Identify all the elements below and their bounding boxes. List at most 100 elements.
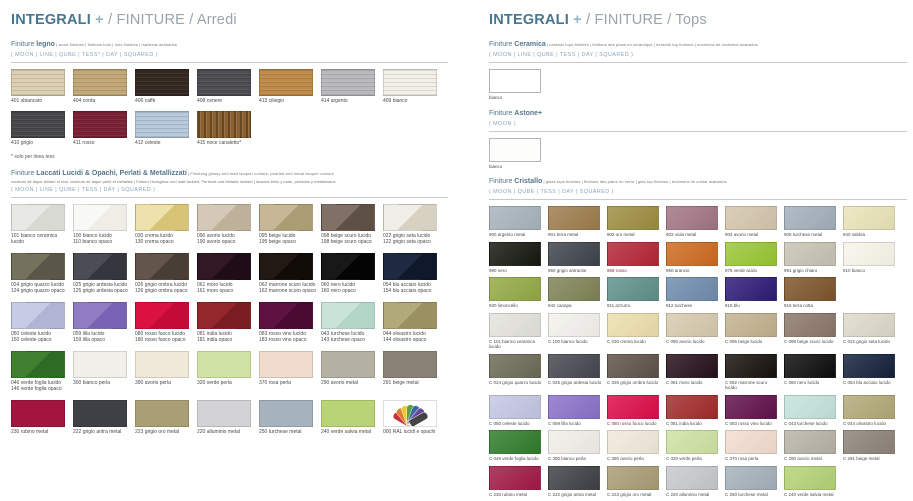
section-title-prefix: Finiture bbox=[489, 41, 514, 48]
section-title: Finiture legno | wood finishes | finitio… bbox=[11, 41, 448, 49]
finish-item: 059 lilla lucido159 lilla opaco bbox=[73, 302, 135, 346]
swatch-959 bbox=[607, 242, 659, 266]
swatch-label: bianco bbox=[489, 164, 548, 170]
swatch-c bbox=[489, 430, 541, 454]
swatch-label: 223 grigio oro metal bbox=[135, 429, 197, 435]
swatch-411 bbox=[73, 111, 127, 138]
swatch-label: C 062 marrone scuro lucido bbox=[725, 380, 784, 391]
swatch-label: 250 turchese metal bbox=[259, 429, 321, 435]
swatch-label: 942 canapa bbox=[548, 303, 607, 309]
finish-item: 900 argento metal bbox=[489, 206, 548, 238]
swatch-230 bbox=[11, 400, 65, 427]
swatch-081 bbox=[197, 302, 251, 329]
swatch-250 bbox=[259, 400, 313, 427]
swatch-409 bbox=[383, 69, 437, 96]
finish-item: 911 azzurro bbox=[607, 277, 666, 309]
section-finiture-ceramica: Finiture Ceramica | ceramic tops finishe… bbox=[489, 41, 907, 101]
finish-item: 250 turchese metal bbox=[259, 400, 321, 444]
swatch-911 bbox=[607, 277, 659, 301]
models-list: ( MOON | QUBE | TESS | DAY | SQUARED ) bbox=[489, 189, 907, 195]
section-title-prefix: Finiture bbox=[489, 178, 514, 185]
finish-item: 080 rosso fuoco lucido180 rosso fuoco op… bbox=[135, 302, 197, 346]
swatch-059 bbox=[73, 302, 127, 329]
swatch-415 bbox=[197, 111, 251, 138]
swatch-label: C 095 beige lucido bbox=[725, 339, 784, 345]
swatch-label: 183 rosso vino opaco bbox=[259, 337, 321, 343]
finish-item: 942 canapa bbox=[548, 277, 607, 309]
plus-sign: + bbox=[573, 12, 582, 28]
finish-item: 959 rosso bbox=[607, 242, 666, 274]
swatch-label: 110 bianco opaco bbox=[73, 239, 135, 245]
section-title-prefix: Finiture bbox=[11, 41, 36, 48]
finish-item: C 223 grigio oro metal bbox=[607, 466, 666, 498]
section-title: Finiture Laccati Lucidi & Opachi, Perlat… bbox=[11, 170, 448, 178]
finish-item: 290 avorio metal bbox=[321, 351, 383, 395]
swatch-c bbox=[784, 395, 836, 419]
swatch-c bbox=[548, 466, 600, 490]
finish-item: 062 marrone scuro lucido162 marrone scur… bbox=[259, 253, 321, 297]
finish-item: C 043 turchese lucido bbox=[784, 395, 843, 427]
swatch-row: C 024 grigio quarzo lucidoC 025 grigio a… bbox=[489, 354, 907, 391]
swatch-label: C 101 bianco ceramica lucido bbox=[489, 339, 548, 350]
finish-item: 300 bianco perla bbox=[73, 351, 135, 395]
swatch-row: C 050 celeste lucidoC 059 lilla lucidoC … bbox=[489, 395, 907, 427]
section-subtitle-translations: | ceramic tops finishes | finitions des … bbox=[546, 42, 758, 47]
finish-item: 291 beige metal bbox=[383, 351, 445, 395]
swatch-060 bbox=[321, 253, 375, 280]
swatch-c bbox=[666, 354, 718, 378]
swatch-label: 240 verde salvia metal bbox=[321, 429, 383, 435]
swatch-row: C 046 verde foglia lucidoC 300 bianco pe… bbox=[489, 430, 907, 462]
swatch-c bbox=[548, 313, 600, 337]
swatch-label: 101 bianco ceramica lucido bbox=[11, 233, 73, 245]
section-title: Finiture Astone+ bbox=[489, 110, 907, 118]
finish-item: 044 olivastro lucido144 olivastro opaco bbox=[383, 302, 445, 346]
swatch-label: 144 olivastro opaco bbox=[383, 337, 445, 343]
swatch-062 bbox=[259, 253, 313, 280]
section-title-name: Laccati Lucidi & Opachi, Perlati & Metal… bbox=[36, 170, 187, 177]
swatch-label: 990 nero bbox=[489, 268, 548, 274]
swatch-row: 101 bianco ceramica lucido100 bianco luc… bbox=[11, 204, 448, 248]
section-finiture-legno: Finiture legno | wood finishes | finitio… bbox=[11, 41, 448, 160]
swatch-label: C 030 crema lucido bbox=[607, 339, 666, 345]
swatch-label: C 230 rubino metal bbox=[489, 492, 548, 498]
swatch-bianco bbox=[489, 138, 541, 162]
finish-item: 411 rosso bbox=[73, 111, 135, 146]
swatch-223 bbox=[135, 400, 189, 427]
swatch-240 bbox=[321, 400, 375, 427]
section-title: Finiture Cristallo | glass tops finishes… bbox=[489, 178, 907, 186]
section-title-name: Astone+ bbox=[514, 110, 542, 117]
swatch-975 bbox=[725, 242, 777, 266]
finish-item: C 030 crema lucido bbox=[607, 313, 666, 350]
finish-item: 022 grigio seta lucido122 grigio seta op… bbox=[383, 204, 445, 248]
swatch-c bbox=[607, 354, 659, 378]
swatch-label: C 022 grigio seta lucido bbox=[843, 339, 902, 345]
section-title-prefix: Finiture bbox=[11, 170, 36, 177]
swatch-050 bbox=[11, 302, 65, 329]
finish-item: C 101 bianco ceramica lucido bbox=[489, 313, 548, 350]
brand-text: INTEGRALI bbox=[489, 12, 569, 28]
swatch-025 bbox=[73, 253, 127, 280]
swatch-label: 160 nero opaco bbox=[321, 288, 383, 294]
swatch-c bbox=[843, 395, 895, 419]
finish-item: C 291 beige metal bbox=[843, 430, 902, 462]
finish-item: C 080 rosso fuoco lucido bbox=[607, 395, 666, 427]
divider bbox=[489, 62, 907, 63]
swatch-label: 911 azzurro bbox=[607, 303, 666, 309]
swatch-220 bbox=[197, 400, 251, 427]
finish-item: C 046 verde foglia lucido bbox=[489, 430, 548, 462]
swatch-label: C 220 alluminio metal bbox=[666, 492, 725, 498]
finish-item: C 240 verde salvia metal bbox=[784, 466, 843, 498]
swatch-label: 411 rosso bbox=[73, 140, 135, 146]
swatch-label: 122 grigio seta opaco bbox=[383, 239, 445, 245]
swatch-912 bbox=[666, 277, 718, 301]
swatch-406 bbox=[135, 69, 189, 96]
finish-item: 101 bianco ceramica lucido bbox=[11, 204, 73, 248]
swatch-row: 410 grigio411 rosso412 celeste415 noce c… bbox=[11, 111, 448, 146]
section-finiture-astone: Finiture Astone+( MOON )bianco bbox=[489, 110, 907, 170]
swatch-row: 401 sbiancato404 corda406 caffè408 cener… bbox=[11, 69, 448, 104]
swatch-904 bbox=[725, 206, 777, 230]
section-title: Finiture Ceramica | ceramic tops finishe… bbox=[489, 41, 907, 49]
finish-item: 409 bianco bbox=[383, 69, 445, 104]
finish-item: C 098 beige scuro lucido bbox=[784, 313, 843, 350]
swatch-label: 162 marrone scuro opaco bbox=[259, 288, 321, 294]
